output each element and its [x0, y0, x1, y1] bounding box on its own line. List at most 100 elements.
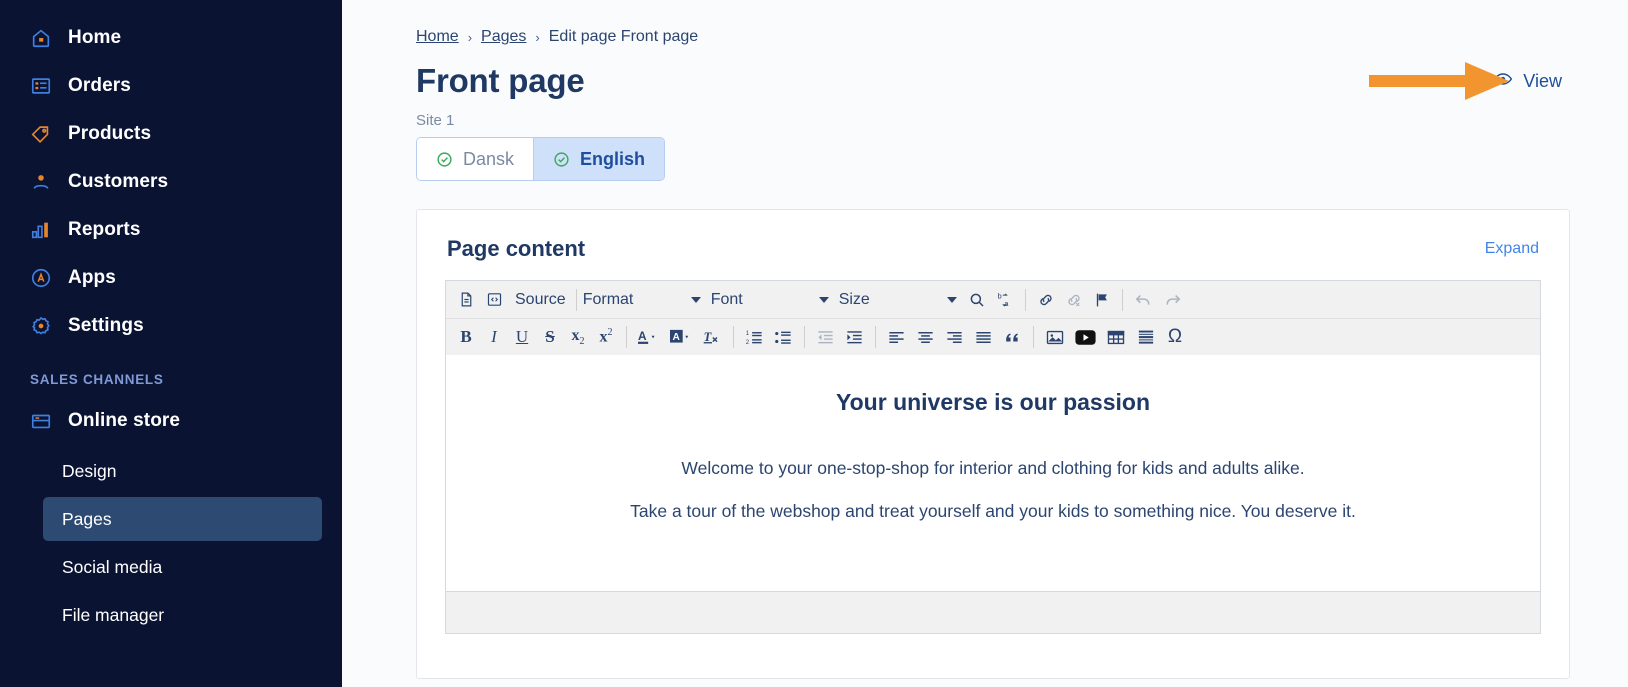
sidebar-subitem-label: Pages [62, 508, 112, 529]
sidebar-item-label: Reports [68, 219, 141, 240]
special-character-icon[interactable]: Ω [1161, 322, 1189, 352]
align-center-icon[interactable] [911, 322, 940, 352]
horizontal-rule-icon[interactable] [1131, 322, 1161, 352]
tab-english[interactable]: English [533, 138, 665, 180]
expand-link[interactable]: Expand [1485, 240, 1539, 258]
svg-text:A: A [638, 329, 647, 343]
page-header-area: Home › Pages › Edit page Front page Fron… [342, 0, 1628, 181]
bulleted-list-icon[interactable] [769, 322, 798, 352]
sidebar-item-orders[interactable]: Orders [0, 62, 342, 110]
content-paragraph-1: Welcome to your one-stop-shop for interi… [681, 458, 1305, 478]
sidebar-item-home[interactable]: Home [0, 14, 342, 62]
size-dropdown[interactable]: Size [839, 285, 957, 315]
sidebar-item-social-media[interactable]: Social media [43, 545, 322, 589]
app-root: Home Orders Products Customers Reports A… [0, 0, 1628, 687]
source-icon[interactable] [480, 285, 508, 315]
outdent-icon[interactable] [811, 322, 840, 352]
sidebar-item-online-store[interactable]: Online store [0, 397, 342, 445]
strikethrough-button[interactable]: S [536, 322, 564, 352]
find-icon[interactable] [963, 285, 991, 315]
sidebar-subitem-label: File manager [62, 604, 165, 625]
unlink-icon[interactable] [1060, 285, 1088, 315]
sidebar-item-label: Products [68, 123, 152, 144]
toolbar-divider [575, 288, 577, 311]
home-icon [30, 27, 52, 49]
strikethrough-label: S [545, 327, 555, 346]
tab-dansk[interactable]: Dansk [417, 138, 534, 180]
language-tabs: Dansk English [416, 137, 666, 181]
apps-icon [30, 267, 52, 289]
image-icon[interactable] [1040, 322, 1070, 352]
indent-icon[interactable] [840, 322, 869, 352]
underline-button[interactable]: U [508, 322, 536, 352]
sidebar-item-products[interactable]: Products [0, 110, 342, 158]
sidebar-item-pages[interactable]: Pages [43, 497, 322, 541]
view-button[interactable]: View [1493, 69, 1570, 94]
sidebar-item-apps[interactable]: Apps [0, 254, 342, 302]
sidebar-item-customers[interactable]: Customers [0, 158, 342, 206]
eye-icon [1493, 69, 1513, 94]
source-button[interactable]: Source [508, 285, 570, 315]
numbered-list-icon[interactable]: 1 2 [740, 322, 769, 352]
sidebar-item-settings[interactable]: Settings [0, 302, 342, 350]
size-dropdown-label: Size [838, 290, 870, 308]
anchor-flag-icon[interactable] [1088, 285, 1116, 315]
card-header: Page content Expand [417, 210, 1569, 280]
site-label: Site 1 [416, 112, 455, 129]
chevron-down-icon [946, 296, 957, 303]
justify-icon[interactable] [969, 322, 998, 352]
table-icon[interactable] [1101, 322, 1131, 352]
svg-text:b: b [997, 291, 1001, 300]
text-color-icon[interactable]: A [633, 322, 665, 352]
italic-button[interactable]: I [480, 322, 508, 352]
sidebar-item-reports[interactable]: Reports [0, 206, 342, 254]
toolbar-divider [875, 326, 876, 348]
redo-icon[interactable] [1158, 285, 1187, 315]
replace-icon[interactable]: b a [991, 285, 1019, 315]
sidebar-item-file-manager[interactable]: File manager [43, 593, 322, 637]
svg-text:a: a [1004, 299, 1009, 308]
sidebar-item-label: Home [68, 27, 122, 48]
bold-label: B [460, 327, 472, 346]
sidebar: Home Orders Products Customers Reports A… [0, 0, 342, 687]
bold-button[interactable]: B [452, 322, 480, 352]
font-dropdown[interactable]: Font [711, 285, 829, 315]
breadcrumb-pages[interactable]: Pages [481, 28, 526, 46]
svg-text:T: T [704, 329, 713, 343]
align-left-icon[interactable] [882, 322, 911, 352]
youtube-icon[interactable] [1070, 322, 1101, 352]
superscript-button[interactable]: x2 [592, 322, 620, 352]
templates-icon[interactable] [452, 285, 480, 315]
sidebar-subitem-label: Social media [62, 556, 163, 577]
sidebar-item-label: Apps [68, 267, 116, 288]
underline-label: U [515, 327, 529, 346]
sidebar-item-label: Settings [68, 315, 144, 336]
blockquote-icon[interactable] [998, 322, 1027, 352]
undo-icon[interactable] [1129, 285, 1158, 315]
format-dropdown-label: Format [582, 290, 634, 308]
format-dropdown[interactable]: Format [583, 285, 701, 315]
breadcrumb-current: Edit page Front page [548, 28, 699, 45]
tab-label: Dansk [463, 148, 515, 169]
link-icon[interactable] [1032, 285, 1060, 315]
subscript-button[interactable]: x2 [564, 322, 592, 352]
sidebar-subitem-label: Design [62, 460, 117, 481]
editor-content-area[interactable]: Your universe is our passion Welcome to … [446, 355, 1540, 591]
remove-format-icon[interactable]: T [697, 322, 727, 352]
view-button-label: View [1523, 70, 1562, 91]
user-icon [30, 171, 52, 193]
svg-text:2: 2 [746, 339, 749, 345]
sidebar-item-label: Customers [68, 171, 169, 192]
background-color-icon[interactable]: A [665, 322, 697, 352]
editor-toolbar-row-1: Source Format Font Size b a [446, 281, 1540, 318]
page-content-card: Page content Expand Source Format Font S… [416, 209, 1570, 679]
sidebar-section-title: SALES CHANNELS [30, 372, 164, 387]
sidebar-item-label: Orders [68, 75, 131, 96]
italic-label: I [491, 327, 497, 346]
align-right-icon[interactable] [940, 322, 969, 352]
bar-chart-icon [30, 219, 52, 241]
breadcrumb: Home › Pages › Edit page Front page [416, 28, 1570, 46]
toolbar-divider [804, 326, 805, 348]
sidebar-item-design[interactable]: Design [43, 449, 322, 493]
breadcrumb-home[interactable]: Home [416, 28, 459, 46]
